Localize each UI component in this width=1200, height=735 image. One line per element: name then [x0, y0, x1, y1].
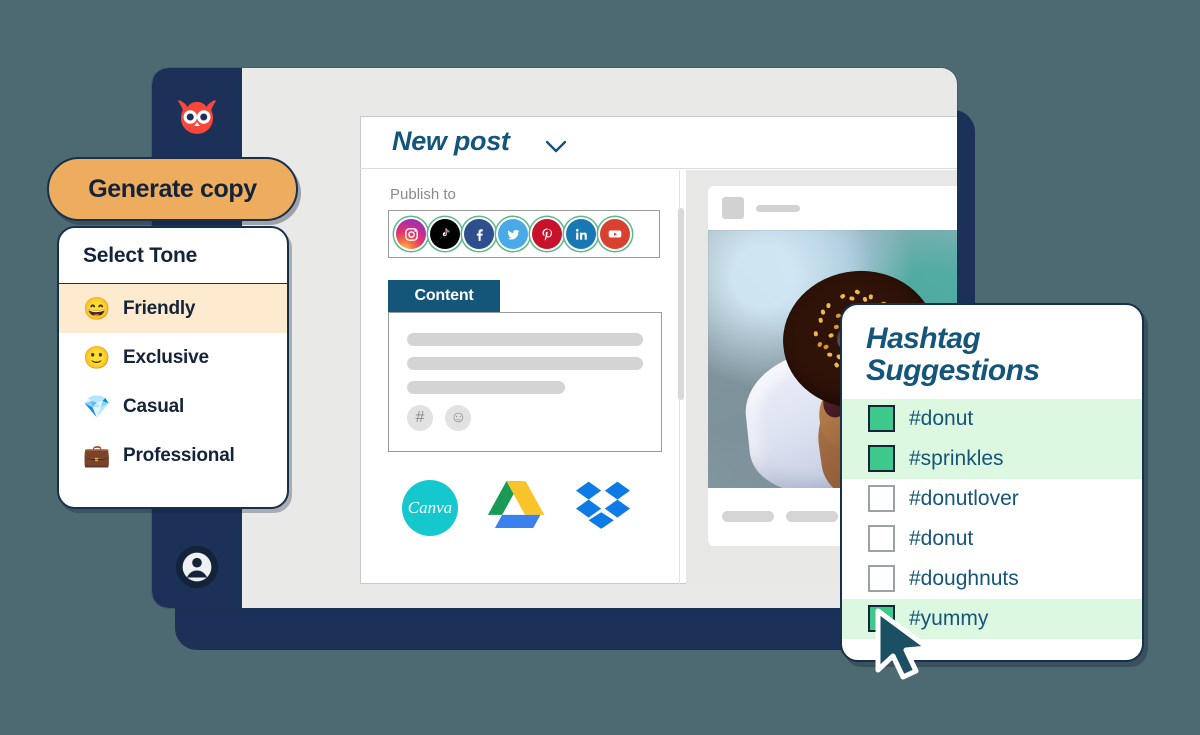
hashtag-row[interactable]: #donutlover	[842, 479, 1142, 519]
sprinkle	[822, 344, 829, 351]
sprinkle	[813, 331, 818, 338]
hashtag-label: #donutlover	[909, 486, 1019, 510]
tone-option-exclusive[interactable]: 🙂 Exclusive	[59, 333, 287, 382]
hashtag-row[interactable]: #donut	[842, 398, 1142, 439]
user-avatar-icon[interactable]	[174, 544, 220, 590]
tone-emoji-icon: 🙂	[83, 344, 111, 370]
sprinkle	[839, 293, 847, 300]
page-title: New post	[392, 126, 510, 156]
sprinkle	[820, 308, 826, 315]
sprinkle	[833, 324, 840, 330]
hashtag-suggestions-title: Hashtag Suggestions	[842, 305, 1142, 399]
tone-option-label: Friendly	[123, 297, 196, 319]
instagram-icon[interactable]	[396, 219, 426, 249]
hashtag-list: #donut #sprinkles #donutlover #donut #doughn…	[842, 398, 1142, 639]
hashtag-row[interactable]: #doughnuts	[842, 559, 1142, 599]
generate-copy-button[interactable]: Generate copy	[47, 157, 298, 221]
twitter-icon[interactable]	[498, 219, 528, 249]
tab-content[interactable]: Content	[388, 280, 500, 312]
hashtag-checkbox[interactable]	[868, 525, 895, 553]
tone-option-friendly[interactable]: 😄 Friendly	[59, 284, 287, 333]
tone-emoji-icon: 💼	[83, 442, 111, 468]
hootsuite-owl-icon[interactable]	[170, 90, 224, 144]
preview-action-placeholder	[722, 510, 774, 522]
tone-emoji-icon: 😄	[83, 295, 111, 321]
chevron-down-icon[interactable]	[545, 140, 567, 153]
hashtag-label: #sprinkles	[909, 446, 1004, 470]
illustration-stage: New post Publish to Content # ☺ Canva Ge…	[0, 0, 1200, 735]
placeholder-line	[407, 333, 643, 346]
google-drive-icon[interactable]	[486, 479, 546, 537]
sprinkle	[854, 289, 861, 296]
composer-scrollbar[interactable]	[678, 208, 684, 400]
linkedin-icon[interactable]	[566, 219, 596, 249]
tiktok-icon[interactable]	[430, 219, 460, 249]
hashtag-label: #donut	[909, 406, 974, 430]
sprinkle	[816, 341, 823, 349]
tone-option-professional[interactable]: 💼 Professional	[59, 431, 287, 480]
placeholder-line	[407, 357, 643, 370]
sprinkle	[833, 362, 840, 369]
hashtag-icon[interactable]: #	[407, 405, 433, 431]
pinterest-icon[interactable]	[532, 219, 562, 249]
preview-name-placeholder	[756, 204, 800, 212]
publish-to-network-list[interactable]	[388, 210, 660, 258]
mouse-pointer-icon	[872, 608, 938, 682]
preview-action-placeholder	[786, 510, 838, 522]
dropbox-icon[interactable]	[574, 478, 632, 537]
placeholder-line	[407, 381, 566, 394]
hashtag-checkbox[interactable]	[868, 405, 895, 433]
tone-emoji-icon: 💎	[83, 393, 111, 419]
youtube-icon[interactable]	[600, 219, 630, 249]
composer-textarea[interactable]: # ☺	[388, 312, 662, 452]
hashtag-label: #doughnuts	[909, 566, 1019, 590]
facebook-icon[interactable]	[464, 219, 494, 249]
emoji-icon[interactable]: ☺	[445, 405, 472, 431]
canva-icon[interactable]: Canva	[402, 479, 458, 536]
tone-option-label: Exclusive	[123, 346, 209, 368]
sprinkle	[826, 353, 833, 358]
attachment-sources: Canva	[402, 478, 632, 537]
select-tone-panel: Select Tone 😄 Friendly 🙂 Exclusive 💎 Casual 💼 P…	[57, 226, 289, 509]
select-tone-title: Select Tone	[59, 228, 287, 284]
select-tone-list: 😄 Friendly 🙂 Exclusive 💎 Casual 💼 Professional	[59, 284, 287, 480]
hashtag-checkbox[interactable]	[868, 565, 895, 593]
hashtag-row[interactable]: #sprinkles	[842, 438, 1142, 479]
hashtag-title-line-1: Hashtag	[866, 322, 981, 355]
tone-option-label: Professional	[123, 444, 235, 466]
sprinkle	[826, 303, 831, 309]
tone-option-casual[interactable]: 💎 Casual	[59, 382, 287, 431]
hashtag-checkbox[interactable]	[868, 445, 895, 473]
sprinkle	[849, 295, 856, 301]
publish-to-label: Publish to	[390, 186, 456, 203]
sprinkle	[827, 333, 835, 339]
hashtag-row[interactable]: #donut	[842, 519, 1142, 559]
preview-avatar-placeholder	[722, 197, 744, 219]
tone-option-label: Casual	[123, 395, 185, 417]
sprinkle	[817, 317, 823, 324]
hashtag-title-line-2: Suggestions	[866, 353, 1040, 387]
sprinkle	[868, 294, 873, 300]
hashtag-label: #donut	[909, 526, 974, 550]
preview-card-header	[708, 186, 957, 230]
header-divider	[360, 168, 957, 169]
hashtag-checkbox[interactable]	[868, 485, 895, 513]
